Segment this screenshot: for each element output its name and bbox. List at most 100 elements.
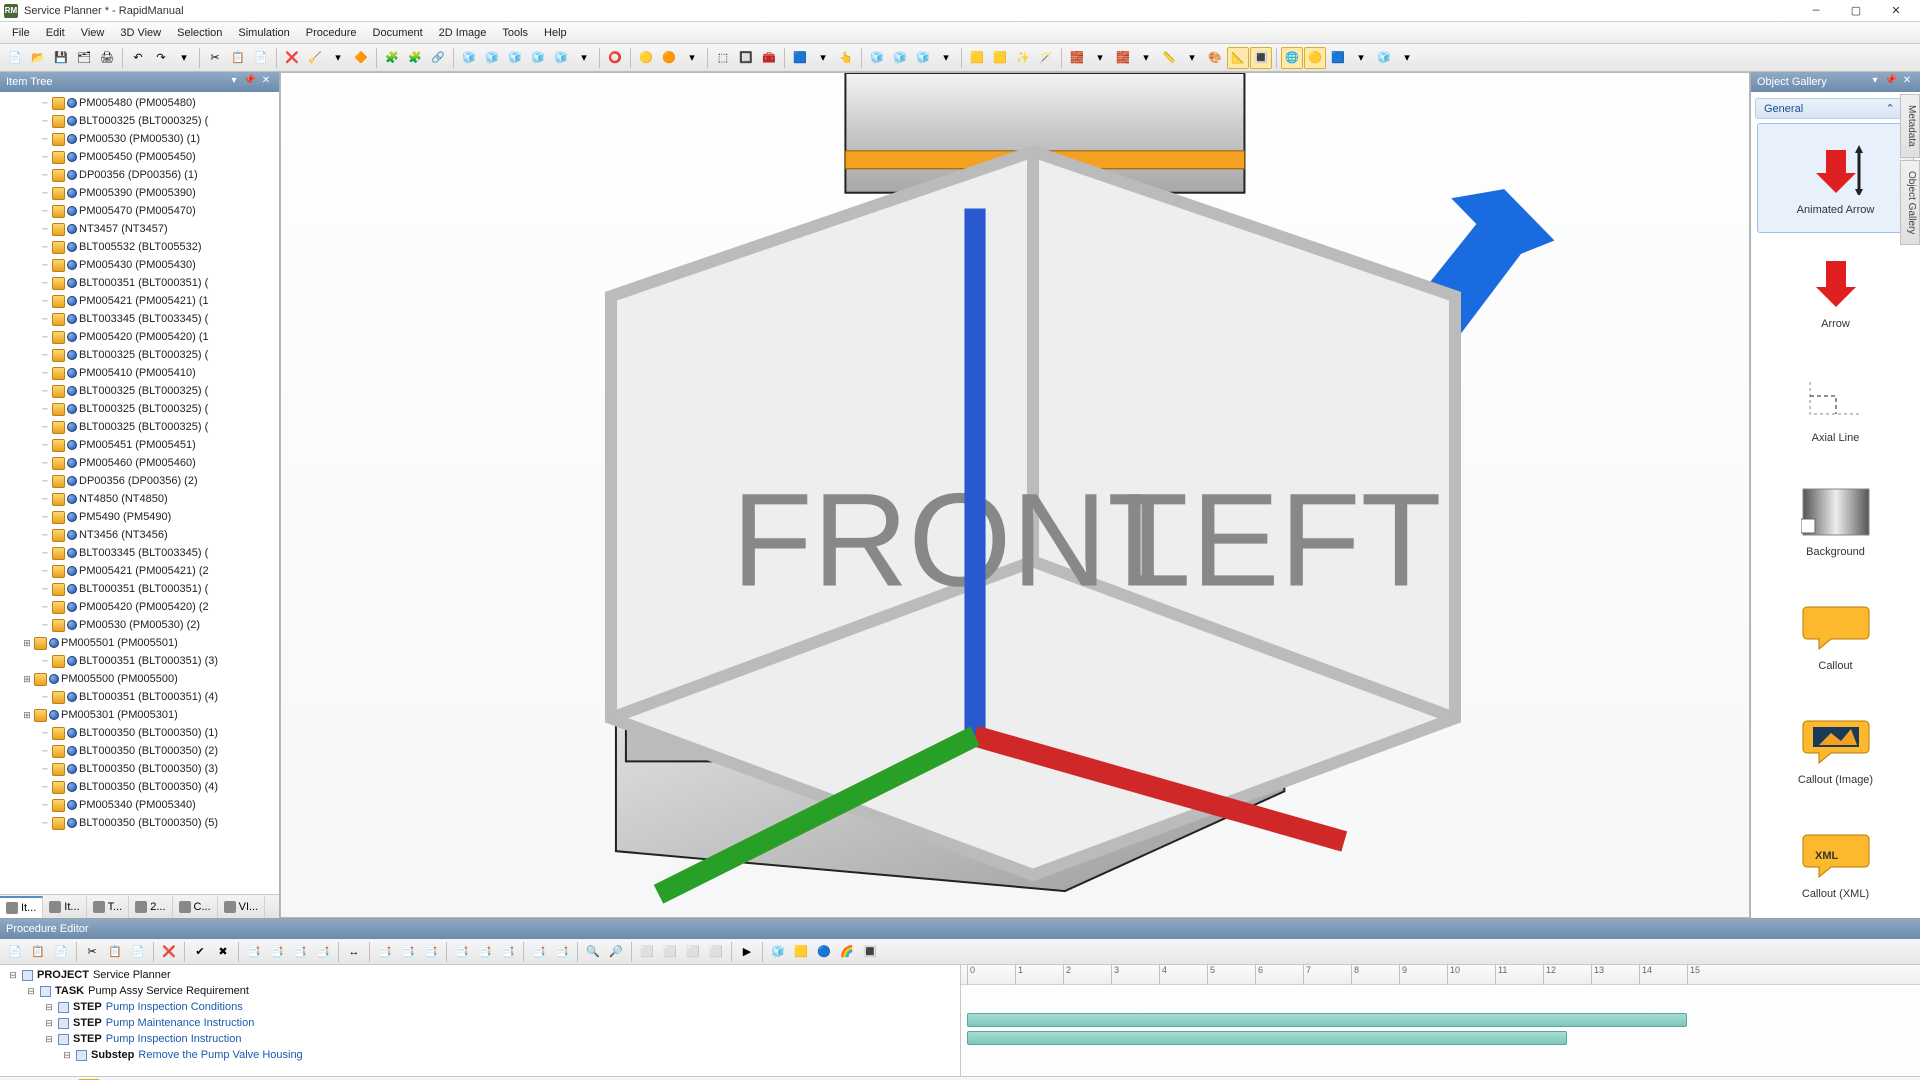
left-tab-1[interactable]: It...	[43, 896, 86, 918]
toolbar-button-50[interactable]: 🔳	[1250, 47, 1272, 69]
toolbar-button-30[interactable]: 🧰	[758, 47, 780, 69]
left-tab-0[interactable]: It...	[0, 896, 43, 918]
toolbar-button-19[interactable]: 🧊	[481, 47, 503, 69]
tree-expand-icon[interactable]: ┈	[40, 188, 50, 199]
tree-item[interactable]: ┈NT3457 (NT3457)	[40, 220, 279, 238]
tree-item[interactable]: ┈BLT005532 (BLT005532)	[40, 238, 279, 256]
tree-expand-icon[interactable]: ┈	[40, 764, 50, 775]
tree-item[interactable]: ┈PM5490 (PM5490)	[40, 508, 279, 526]
tree-expand-icon[interactable]: ⊞	[22, 638, 32, 649]
proc-toolbar-button-30[interactable]: 🟨	[790, 941, 812, 963]
tree-expand-icon[interactable]: ┈	[40, 728, 50, 739]
tree-item[interactable]: ┈PM005430 (PM005430)	[40, 256, 279, 274]
toolbar-button-4[interactable]: 🖨	[96, 47, 118, 69]
tree-item[interactable]: ┈PM005420 (PM005420) (2	[40, 598, 279, 616]
proc-toolbar-button-18[interactable]: 📑	[474, 941, 496, 963]
toolbar-button-56[interactable]: ▾	[1396, 47, 1418, 69]
proc-toolbar-button-3[interactable]: ✂	[81, 941, 103, 963]
tree-item[interactable]: ┈BLT000325 (BLT000325) (	[40, 382, 279, 400]
proc-toolbar-button-19[interactable]: 📑	[497, 941, 519, 963]
proc-toolbar-button-0[interactable]: 📄	[4, 941, 26, 963]
proc-expand-icon[interactable]: ⊟	[44, 1018, 54, 1029]
toolbar-button-41[interactable]: 🪄	[1035, 47, 1057, 69]
tree-item[interactable]: ┈PM00530 (PM00530) (1)	[40, 130, 279, 148]
tree-expand-icon[interactable]: ┈	[40, 494, 50, 505]
toolbar-button-5[interactable]: ↶	[127, 47, 149, 69]
left-tab-2[interactable]: T...	[87, 896, 130, 918]
toolbar-button-0[interactable]: 📄	[4, 47, 26, 69]
tree-expand-icon[interactable]: ┈	[40, 476, 50, 487]
tree-item[interactable]: ┈BLT000325 (BLT000325) (	[40, 400, 279, 418]
side-tab-object-gallery[interactable]: Object Gallery	[1900, 160, 1920, 245]
tree-expand-icon[interactable]: ┈	[40, 278, 50, 289]
toolbar-button-47[interactable]: ▾	[1181, 47, 1203, 69]
gallery-item-animated-arrow[interactable]: Animated Arrow	[1757, 123, 1914, 233]
tree-item[interactable]: ┈BLT000351 (BLT000351) (	[40, 274, 279, 292]
proc-toolbar-button-9[interactable]: 📑	[243, 941, 265, 963]
menu-edit[interactable]: Edit	[38, 25, 73, 41]
tree-expand-icon[interactable]: ┈	[40, 602, 50, 613]
tree-item[interactable]: ┈BLT000350 (BLT000350) (5)	[40, 814, 279, 832]
tree-expand-icon[interactable]: ┈	[40, 206, 50, 217]
menu-help[interactable]: Help	[536, 25, 575, 41]
proc-expand-icon[interactable]: ⊟	[44, 1002, 54, 1013]
item-tree-header[interactable]: Item Tree ▾ 📌 ✕	[0, 72, 279, 92]
tree-item[interactable]: ┈BLT000351 (BLT000351) (	[40, 580, 279, 598]
tree-item[interactable]: ┈BLT003345 (BLT003345) (	[40, 310, 279, 328]
proc-toolbar-button-26[interactable]: ⬜	[682, 941, 704, 963]
tree-item[interactable]: ┈DP00356 (DP00356) (1)	[40, 166, 279, 184]
toolbar-button-11[interactable]: ❌	[281, 47, 303, 69]
gallery-section-general[interactable]: General⌃ ⌃	[1755, 98, 1916, 119]
left-tab-4[interactable]: C...	[173, 896, 218, 918]
panel-close-icon[interactable]: ✕	[1900, 75, 1914, 89]
tree-item[interactable]: ┈BLT000351 (BLT000351) (3)	[40, 652, 279, 670]
proc-expand-icon[interactable]: ⊟	[62, 1050, 72, 1061]
toolbar-button-13[interactable]: ▾	[327, 47, 349, 69]
toolbar-button-27[interactable]: ▾	[681, 47, 703, 69]
tree-expand-icon[interactable]: ┈	[40, 368, 50, 379]
gallery-item-callout-image-[interactable]: Callout (Image)	[1757, 693, 1914, 803]
tree-expand-icon[interactable]: ┈	[40, 116, 50, 127]
toolbar-button-25[interactable]: 🟡	[635, 47, 657, 69]
toolbar-button-54[interactable]: ▾	[1350, 47, 1372, 69]
3d-viewport[interactable]: FRONT LEFT	[280, 72, 1750, 918]
timeline-ruler[interactable]: 0123456789101112131415	[961, 965, 1920, 985]
tree-expand-icon[interactable]: ┈	[40, 566, 50, 577]
tree-item[interactable]: ┈BLT000325 (BLT000325) (	[40, 418, 279, 436]
tree-expand-icon[interactable]: ┈	[40, 422, 50, 433]
proc-toolbar-button-21[interactable]: 📑	[551, 941, 573, 963]
tree-expand-icon[interactable]: ┈	[40, 170, 50, 181]
procedure-editor-header[interactable]: Procedure Editor	[0, 919, 1920, 939]
proc-toolbar-button-12[interactable]: 📑	[312, 941, 334, 963]
tree-expand-icon[interactable]: ┈	[40, 98, 50, 109]
menu-simulation[interactable]: Simulation	[230, 25, 297, 41]
gallery-scroll[interactable]: General⌃ ⌃ Animated ArrowArrowAxial Line…	[1751, 92, 1920, 918]
toolbar-button-23[interactable]: ▾	[573, 47, 595, 69]
proc-toolbar-button-31[interactable]: 🔵	[813, 941, 835, 963]
tree-item[interactable]: ┈PM005390 (PM005390)	[40, 184, 279, 202]
proc-toolbar-button-11[interactable]: 📑	[289, 941, 311, 963]
tree-item[interactable]: ┈PM005421 (PM005421) (2	[40, 562, 279, 580]
tree-item[interactable]: ┈PM00530 (PM00530) (2)	[40, 616, 279, 634]
toolbar-button-32[interactable]: ▾	[812, 47, 834, 69]
toolbar-button-7[interactable]: ▾	[173, 47, 195, 69]
gallery-item-callout-xml-[interactable]: XMLCallout (XML)	[1757, 807, 1914, 917]
toolbar-button-43[interactable]: ▾	[1089, 47, 1111, 69]
toolbar-button-36[interactable]: 🧊	[912, 47, 934, 69]
toolbar-button-18[interactable]: 🧊	[458, 47, 480, 69]
gallery-item-callout[interactable]: Callout	[1757, 579, 1914, 689]
proc-toolbar-button-10[interactable]: 📑	[266, 941, 288, 963]
toolbar-button-35[interactable]: 🧊	[889, 47, 911, 69]
toolbar-button-49[interactable]: 📐	[1227, 47, 1249, 69]
toolbar-button-53[interactable]: 🟦	[1327, 47, 1349, 69]
proc-toolbar-button-8[interactable]: ✖	[212, 941, 234, 963]
tree-item[interactable]: ⊞PM005301 (PM005301)	[22, 706, 279, 724]
tree-item[interactable]: ┈BLT000350 (BLT000350) (2)	[40, 742, 279, 760]
tree-expand-icon[interactable]: ┈	[40, 404, 50, 415]
menu-file[interactable]: File	[4, 25, 38, 41]
object-gallery-header[interactable]: Object Gallery ▾ 📌 ✕	[1751, 72, 1920, 92]
panel-dropdown-icon[interactable]: ▾	[1868, 75, 1882, 89]
toolbar-button-24[interactable]: ⭕	[604, 47, 626, 69]
menu-view[interactable]: View	[73, 25, 113, 41]
tree-item[interactable]: ┈PM005410 (PM005410)	[40, 364, 279, 382]
